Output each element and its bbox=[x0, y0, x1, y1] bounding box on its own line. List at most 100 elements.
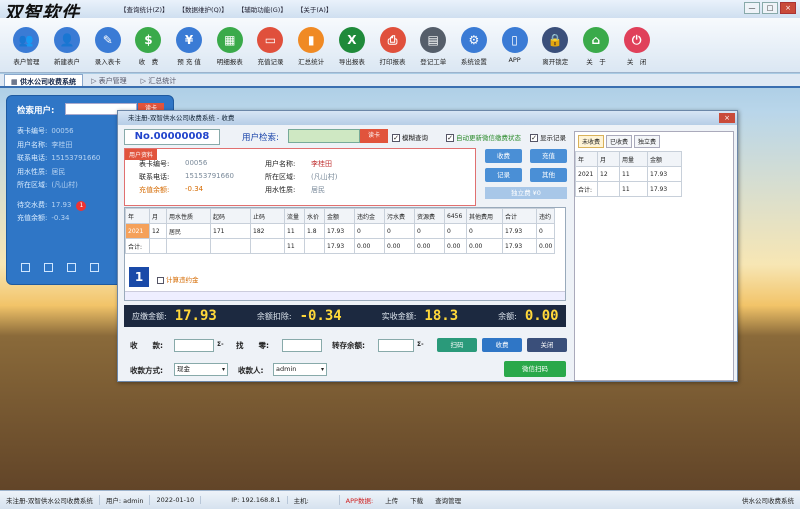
maximize-button[interactable]: □ bbox=[762, 2, 778, 14]
user-icon[interactable] bbox=[67, 263, 76, 272]
save-icon[interactable] bbox=[44, 263, 53, 272]
grid-header[interactable]: 6456 bbox=[444, 208, 467, 224]
summary-header[interactable]: 金额 bbox=[647, 151, 682, 167]
dialog-close-button[interactable]: × bbox=[719, 113, 735, 123]
fuzzy-query-checkbox[interactable]: ✓ 模糊查询 bbox=[392, 132, 428, 142]
calc-late-fee-checkbox[interactable]: 计算违约金 bbox=[157, 274, 199, 284]
close-window-button[interactable]: × bbox=[780, 2, 796, 14]
tab-unpaid[interactable]: 未收费 bbox=[578, 135, 605, 148]
grid-cell: 0.00 bbox=[354, 238, 385, 254]
lp-water-type: 用水性质: 居民 bbox=[17, 167, 66, 176]
payment-method-select[interactable]: 现金 bbox=[174, 363, 228, 376]
toolbar-button-14[interactable]: ⌂ 关 于 bbox=[576, 18, 617, 72]
grid-header[interactable]: 违约 bbox=[535, 208, 556, 224]
toolbar-button-2[interactable]: ✎ 录入表卡 bbox=[87, 18, 128, 72]
grid-cell: 0 bbox=[354, 223, 385, 239]
status-upload[interactable]: 上传 bbox=[379, 495, 404, 505]
change-input[interactable] bbox=[282, 339, 322, 352]
standalone-fee-button[interactable]: 独立费 ¥0 bbox=[485, 187, 567, 199]
status-download[interactable]: 下载 bbox=[404, 495, 429, 505]
users-icon: 👥 bbox=[13, 27, 40, 53]
grid-header[interactable]: 金额 bbox=[324, 208, 355, 224]
tab-standalone[interactable]: 独立费 bbox=[634, 135, 661, 148]
grid-cell: 1.8 bbox=[304, 223, 325, 239]
read-card-button[interactable]: 读卡 bbox=[360, 129, 388, 143]
grid-header[interactable]: 起码 bbox=[210, 208, 251, 224]
collect-button[interactable]: 收费 bbox=[482, 338, 522, 352]
grid-header[interactable]: 合计 bbox=[502, 208, 537, 224]
toolbar-button-10[interactable]: ▤ 登记工单 bbox=[413, 18, 454, 72]
grid-cell: 0.00 bbox=[414, 238, 445, 254]
records-button[interactable]: 记录 bbox=[485, 168, 522, 182]
summary-cell: 11 bbox=[619, 181, 648, 197]
menu-query-stats[interactable]: 【查询统计(Z)】 bbox=[118, 3, 171, 15]
grid-cell: 11 bbox=[284, 223, 305, 239]
deposit-input[interactable] bbox=[378, 339, 414, 352]
payee-select[interactable]: admin bbox=[273, 363, 327, 376]
info-area: (凡山村) bbox=[311, 173, 338, 181]
list-item[interactable]: 2021 12 11 17.93 bbox=[575, 166, 682, 182]
menu-aux-functions[interactable]: 【辅助功能(G)】 bbox=[236, 3, 289, 15]
list-item[interactable]: 合计: 11 17.93 bbox=[575, 181, 682, 197]
grid-header[interactable]: 流量 bbox=[284, 208, 305, 224]
grid-header[interactable]: 资源费 bbox=[414, 208, 445, 224]
gear-icon: ⚙ bbox=[460, 27, 487, 53]
auto-update-wechat-checkbox[interactable]: ✓ 自动更新微信缴费状态 bbox=[446, 132, 521, 142]
summary-header[interactable]: 年 bbox=[575, 151, 598, 167]
status-date: 2022-01-10 bbox=[150, 496, 202, 504]
toolbar-button-9[interactable]: ⎙ 打印报表 bbox=[372, 18, 413, 72]
grid-header[interactable]: 污水费 bbox=[384, 208, 415, 224]
toolbar-button-3[interactable]: $ 收 费 bbox=[128, 18, 169, 72]
grid-header[interactable]: 年 bbox=[125, 208, 150, 224]
status-ip: IP: 192.168.8.1 bbox=[201, 496, 288, 504]
status-host: 主机: bbox=[288, 495, 340, 505]
user-search-input[interactable] bbox=[288, 129, 360, 143]
grid-header[interactable]: 违约金 bbox=[354, 208, 385, 224]
toolbar-button-6[interactable]: ▭ 充值记录 bbox=[250, 18, 291, 72]
toolbar-button-15[interactable]: ⏻ 关 闭 bbox=[616, 18, 657, 72]
table-row[interactable]: 2021 12 居民 171 182 11 1.8 17.93 0 0 0 0 0 17.93 0 bbox=[125, 223, 556, 239]
grid-header[interactable]: 其他费用 bbox=[466, 208, 503, 224]
toolbar-button-11[interactable]: ⚙ 系统设置 bbox=[454, 18, 495, 72]
toolbar-button-13[interactable]: 🔒 离开锁定 bbox=[535, 18, 576, 72]
excel-icon: X bbox=[338, 27, 365, 53]
charge-action-button[interactable]: 收费 bbox=[485, 149, 522, 163]
toolbar-button-7[interactable]: ▮ 汇总统计 bbox=[291, 18, 332, 72]
status-query-management[interactable]: 查询管理 bbox=[429, 495, 467, 505]
calculator-icon[interactable] bbox=[21, 263, 30, 272]
tab-summary-stats[interactable]: ▷ 汇总统计 bbox=[135, 74, 183, 86]
print-icon[interactable] bbox=[90, 263, 99, 272]
tab-main-system[interactable]: ▦ 供水公司收费系统 bbox=[4, 74, 84, 86]
wechat-scan-button[interactable]: 微信扫码 bbox=[504, 361, 566, 377]
toolbar-button-1[interactable]: 👤 新建表户 bbox=[47, 18, 88, 72]
toolbar-button-12[interactable]: ▯ APP bbox=[494, 18, 535, 72]
scan-button[interactable]: 扫码 bbox=[437, 338, 477, 352]
receive-input[interactable] bbox=[174, 339, 214, 352]
grid-horizontal-scrollbar[interactable] bbox=[125, 291, 565, 300]
tab-user-management[interactable]: ▷ 表户管理 bbox=[85, 74, 133, 86]
tab-paid[interactable]: 已收费 bbox=[606, 135, 633, 148]
grid-header[interactable]: 止码 bbox=[250, 208, 285, 224]
menu-data-maintenance[interactable]: 【数据维护(Q)】 bbox=[177, 3, 230, 15]
grid-header[interactable]: 水价 bbox=[304, 208, 325, 224]
toolbar-button-0[interactable]: 👥 表户管理 bbox=[6, 18, 47, 72]
grid-header[interactable]: 用水性质 bbox=[166, 208, 211, 224]
summary-header[interactable]: 月 bbox=[597, 151, 620, 167]
dialog-title: 未注册-双智供水公司收费系统 - 收费 bbox=[118, 111, 737, 125]
recharge-button[interactable]: 充值 bbox=[530, 149, 567, 163]
toolbar-button-4[interactable]: ¥ 预 充 值 bbox=[169, 18, 210, 72]
actual-amount: 18.3 bbox=[424, 308, 459, 324]
minimize-button[interactable]: — bbox=[744, 2, 760, 14]
summary-header[interactable]: 用量 bbox=[619, 151, 648, 167]
total-row[interactable]: 合计: 11 17.93 0.00 0.00 0.00 0.00 0.00 17.93 0.00 bbox=[125, 238, 556, 254]
menu-about[interactable]: 【关于(A)】 bbox=[295, 3, 335, 15]
toolbar-button-5[interactable]: ▦ 明细报表 bbox=[209, 18, 250, 72]
fee-summary-table: 年月用量 金额 2021 12 11 17.93 合计: 11 17.93 bbox=[575, 151, 682, 197]
grid-cell bbox=[210, 238, 251, 254]
grid-header[interactable]: 月 bbox=[149, 208, 167, 224]
toolbar-button-8[interactable]: X 导出报表 bbox=[332, 18, 373, 72]
summary-cell: 合计: bbox=[575, 181, 598, 197]
close-button[interactable]: 关闭 bbox=[527, 338, 567, 352]
other-button[interactable]: 其他 bbox=[530, 168, 567, 182]
show-records-checkbox[interactable]: ✓ 显示记录 bbox=[530, 132, 566, 142]
